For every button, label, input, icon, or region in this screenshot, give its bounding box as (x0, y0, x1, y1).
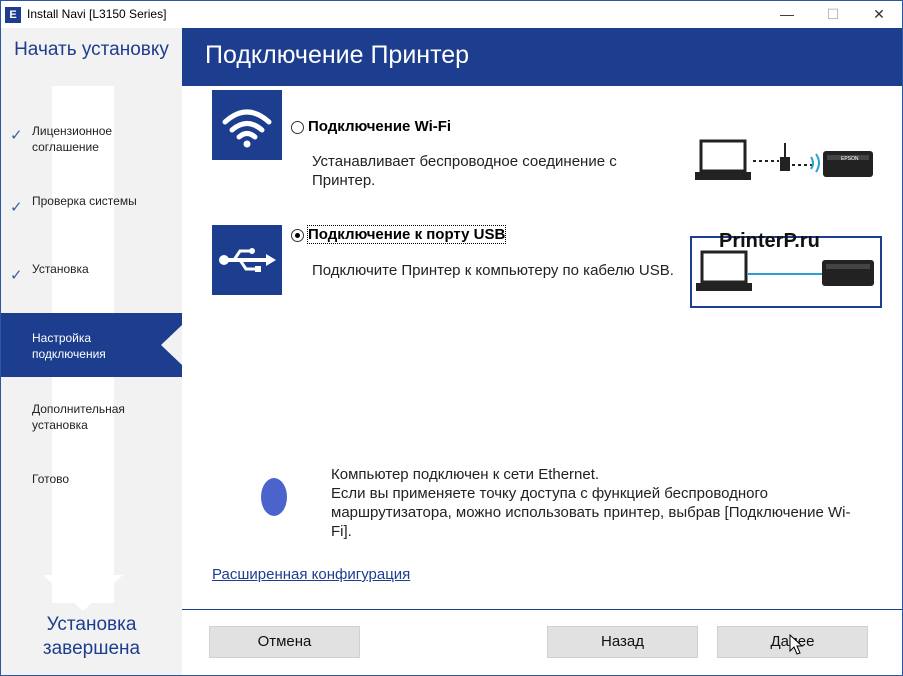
page-header: Подключение Принтер (182, 28, 902, 86)
info-line: Если вы применяете точку доступа с функц… (331, 485, 851, 540)
wifi-icon (222, 109, 272, 148)
step-install: Установка (32, 262, 89, 276)
window-title: Install Navi [L3150 Series] (27, 7, 167, 21)
step-additional: Дополнительная установка (32, 402, 125, 432)
usb-option-description: Подключите Принтер к компьютеру по кабел… (312, 262, 674, 279)
wifi-option-description: Устанавливает беспроводное соединение с … (312, 153, 617, 189)
back-button[interactable]: Назад (547, 626, 698, 658)
watermark-text: PrinterP.ru (719, 230, 820, 252)
step-license: Лицензионное соглашение (32, 124, 113, 154)
check-icon: ✓ (10, 127, 23, 144)
step-done: Готово (32, 472, 70, 486)
close-button[interactable]: ✕ (856, 1, 902, 28)
cancel-button[interactable]: Отмена (209, 626, 360, 658)
usb-option-label[interactable]: Подключение к порту USB (306, 225, 507, 244)
maximize-button[interactable]: ☐ (810, 1, 856, 28)
usb-radio[interactable] (291, 229, 304, 242)
info-indicator-icon (261, 478, 287, 516)
wifi-radio[interactable] (291, 121, 304, 134)
steps-sidebar: Начать установку ✓ Лицензионное соглашен… (1, 28, 182, 675)
advanced-config-link[interactable]: Расширенная конфигурация (212, 566, 410, 583)
footer-divider (182, 609, 902, 610)
ethernet-info: Компьютер подключен к сети Ethernet. Есл… (331, 465, 851, 541)
wifi-tile[interactable] (212, 90, 282, 160)
sidebar-heading: Начать установку (14, 39, 169, 60)
wifi-option-label[interactable]: Подключение Wi-Fi (308, 118, 451, 135)
usb-icon (219, 248, 276, 272)
app-icon: E (5, 7, 21, 23)
check-icon: ✓ (10, 199, 23, 216)
page-title: Подключение Принтер (205, 41, 470, 69)
wifi-connection-illustration: EPSON (695, 139, 873, 180)
progress-arrow-head (43, 575, 123, 611)
mouse-cursor-icon (789, 634, 803, 655)
active-step-notch (161, 325, 182, 365)
minimize-button[interactable]: — (764, 1, 810, 28)
title-bar: E Install Navi [L3150 Series] — ☐ ✕ (1, 1, 902, 28)
step-connection-label: Настройка подключения (32, 331, 106, 361)
printer-brand-label: EPSON (841, 156, 859, 162)
info-line: Компьютер подключен к сети Ethernet. (331, 466, 600, 483)
installer-window: E Install Navi [L3150 Series] — ☐ ✕ Нача… (0, 0, 903, 676)
step-connection-active: Настройка подключения (1, 313, 182, 377)
sidebar-footer: Установка завершена (42, 614, 141, 659)
check-icon: ✓ (10, 267, 23, 284)
usb-tile[interactable] (212, 225, 282, 295)
step-system-check: Проверка системы (32, 194, 137, 208)
